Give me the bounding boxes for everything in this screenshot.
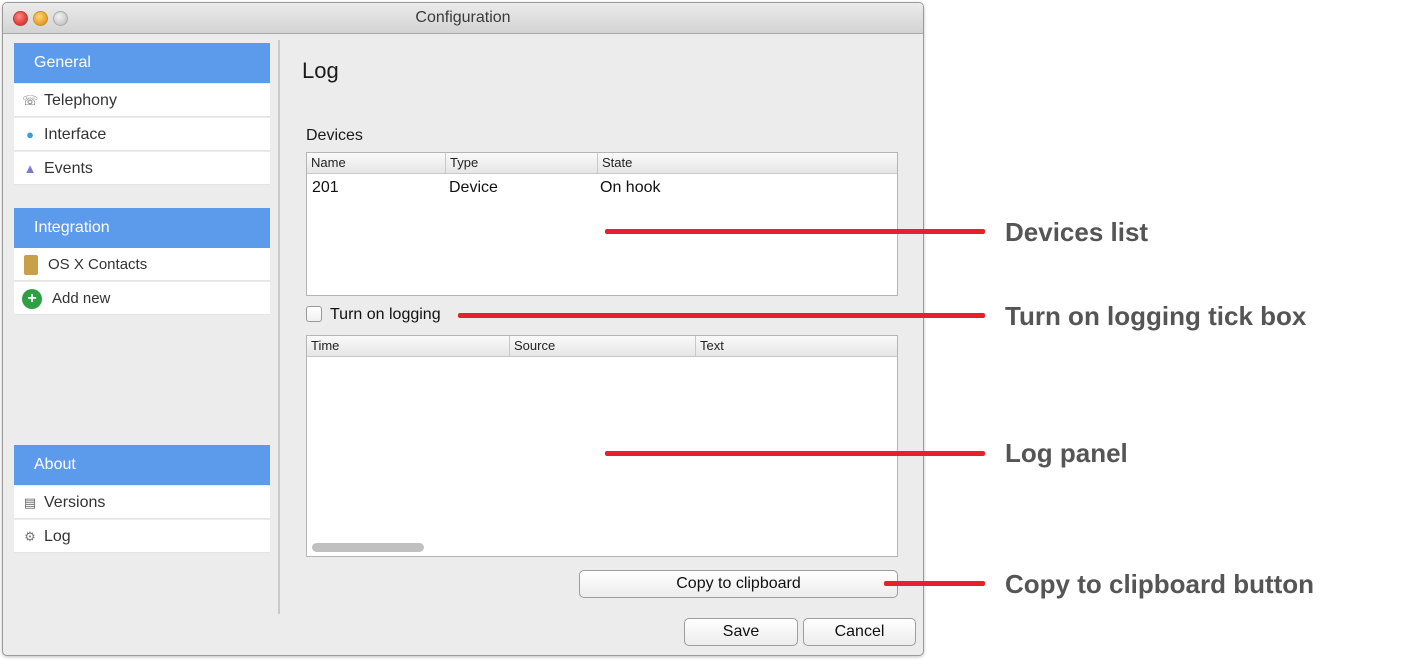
annotation-logging-tick-box: Turn on logging tick box — [1005, 301, 1307, 331]
devices-label: Devices — [306, 127, 363, 144]
sidebar-item-label: Versions — [44, 494, 106, 511]
cancel-button[interactable]: Cancel — [803, 618, 916, 646]
add-new-plus-icon: + — [22, 288, 42, 309]
sidebar-divider — [278, 40, 280, 614]
annotation-line-log-panel — [605, 451, 985, 456]
copy-to-clipboard-button[interactable]: Copy to clipboard — [579, 570, 898, 598]
turn-on-logging-label[interactable]: Turn on logging — [330, 306, 441, 324]
log-table-header: Time Source Text — [307, 336, 897, 357]
sidebar-item-add-new[interactable]: + Add new — [14, 282, 270, 315]
sidebar-item-os-x-contacts[interactable]: OS X Contacts — [14, 248, 270, 281]
sidebar-group-integration: Integration — [14, 208, 270, 248]
sidebar-item-telephony[interactable]: ☏ Telephony — [14, 84, 270, 117]
devices-table-header: Name Type State — [307, 153, 897, 174]
log-panel-table[interactable]: Time Source Text — [306, 335, 898, 557]
column-header-name[interactable]: Name — [307, 153, 445, 173]
telephony-icon: ☏ — [22, 93, 39, 108]
sidebar-item-label: Events — [44, 160, 93, 177]
sidebar-item-events[interactable]: ▲ Events — [14, 152, 270, 185]
contacts-book-icon — [24, 254, 38, 275]
page-title: Log — [302, 58, 339, 83]
annotation-copy-button: Copy to clipboard button — [1005, 569, 1315, 599]
annotation-line-devices-list — [605, 229, 985, 234]
sidebar-item-label: Telephony — [44, 92, 117, 109]
sidebar-item-log[interactable]: ⚙ Log — [14, 520, 270, 553]
column-header-state[interactable]: State — [597, 153, 897, 173]
column-header-source[interactable]: Source — [509, 336, 695, 356]
annotation-line-logging-tick-box — [458, 313, 985, 318]
column-header-type[interactable]: Type — [445, 153, 597, 173]
save-button[interactable]: Save — [684, 618, 798, 646]
sidebar-item-label: OS X Contacts — [48, 256, 148, 273]
column-header-time[interactable]: Time — [307, 336, 509, 356]
log-horizontal-scrollbar[interactable] — [312, 543, 424, 552]
sidebar-group-general: General — [14, 43, 270, 83]
sidebar-item-label: Log — [44, 528, 71, 545]
versions-icon: ▤ — [23, 495, 37, 510]
turn-on-logging-checkbox[interactable] — [306, 306, 322, 322]
sidebar-item-versions[interactable]: ▤ Versions — [14, 486, 270, 519]
title-bar: Configuration — [3, 3, 923, 34]
sidebar-item-label: Interface — [44, 126, 107, 143]
annotation-line-copy-button — [884, 581, 985, 586]
devices-table[interactable]: Name Type State 201 Device On hook — [306, 152, 898, 296]
device-type-cell: Device — [449, 179, 498, 196]
sidebar-item-label: Add new — [52, 290, 111, 307]
sidebar-group-about: About — [14, 445, 270, 485]
log-icon: ⚙ — [24, 529, 36, 544]
column-header-text[interactable]: Text — [695, 336, 897, 356]
device-state-cell: On hook — [600, 179, 661, 196]
annotation-devices-list: Devices list — [1005, 217, 1149, 247]
interface-icon: ● — [26, 127, 34, 142]
device-name-cell: 201 — [312, 179, 339, 196]
sidebar-item-interface[interactable]: ● Interface — [14, 118, 270, 151]
window-title: Configuration — [415, 9, 511, 26]
annotation-log-panel: Log panel — [1005, 438, 1128, 468]
events-icon: ▲ — [23, 161, 37, 176]
